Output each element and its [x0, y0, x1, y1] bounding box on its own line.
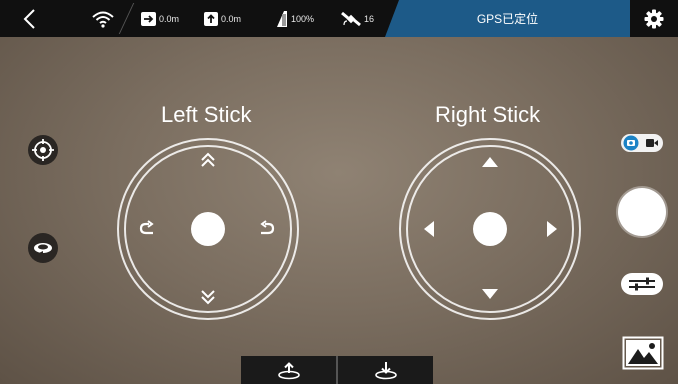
left-stick-title: Left Stick — [161, 102, 252, 127]
orbit-icon — [34, 243, 52, 255]
back-button[interactable] — [22, 0, 36, 37]
takeoff-button[interactable] — [241, 356, 336, 384]
sliders-icon — [629, 277, 655, 291]
photo-video-toggle[interactable] — [621, 134, 663, 152]
settings-button[interactable] — [644, 0, 664, 37]
gps-status-panel: GPS已定位 — [385, 0, 630, 37]
shutter-button[interactable] — [618, 188, 666, 236]
yaw-left-icon — [139, 220, 154, 235]
roll-left-icon — [424, 221, 434, 237]
landing-button[interactable] — [338, 356, 433, 384]
distance-readout: 0.0m — [141, 0, 179, 37]
photo-video-toggle-icon — [623, 135, 658, 151]
battery-icon — [277, 10, 287, 27]
distance-icon — [141, 11, 156, 26]
gear-icon — [644, 9, 664, 28]
wifi-icon — [92, 11, 114, 28]
satellite-icon — [341, 11, 361, 26]
adjust-button[interactable] — [621, 273, 663, 295]
orbit-button[interactable] — [28, 233, 58, 263]
distance-value: 0.0m — [159, 13, 180, 24]
pitch-forward-icon — [482, 157, 498, 167]
target-button[interactable] — [28, 135, 58, 165]
right-stick-title: Right Stick — [435, 102, 541, 127]
yaw-right-icon — [260, 220, 275, 235]
gps-status-text: GPS已定位 — [476, 12, 539, 26]
wifi-indicator — [92, 0, 114, 37]
left-stick-knob[interactable] — [191, 212, 225, 246]
gallery-button[interactable] — [622, 336, 664, 370]
battery-value: 100% — [291, 13, 315, 24]
altitude-readout: 0.0m — [204, 0, 241, 37]
crosshair-target-icon — [32, 139, 54, 161]
top-bar: 0.0m 0.0m 100% 16 GPS已定位 — [0, 0, 678, 37]
right-stick-knob[interactable] — [473, 212, 507, 246]
satellite-count: 16 — [364, 13, 375, 24]
altitude-value: 0.0m — [221, 13, 242, 24]
landing-icon — [374, 362, 397, 380]
battery-readout: 100% — [276, 0, 314, 37]
chevron-left-icon — [23, 8, 35, 29]
throttle-up-icon — [201, 152, 215, 167]
gallery-icon — [622, 336, 664, 370]
throttle-down-icon — [201, 290, 215, 305]
altitude-icon — [204, 11, 218, 26]
pitch-back-icon — [482, 289, 498, 299]
roll-right-icon — [547, 221, 557, 237]
takeoff-icon — [277, 362, 300, 380]
satellite-readout: 16 — [341, 0, 374, 37]
